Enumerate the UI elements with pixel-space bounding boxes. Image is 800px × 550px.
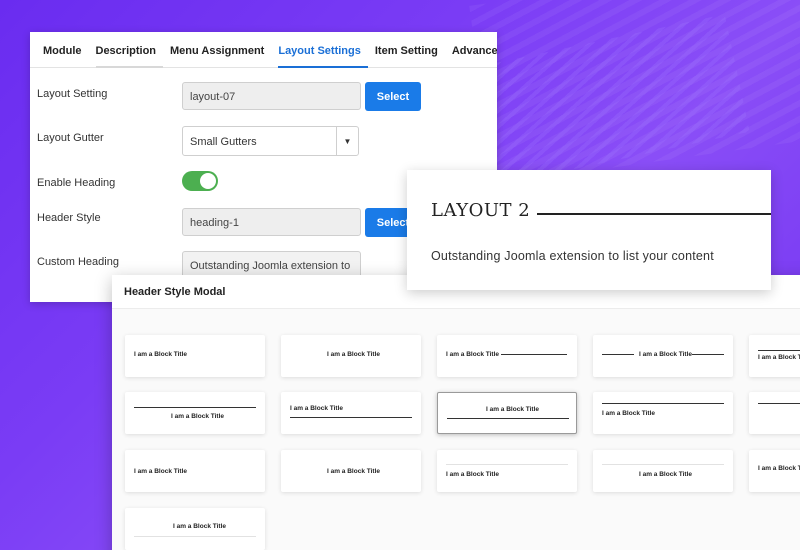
block-title: I am a Block Title <box>446 351 499 358</box>
enable-heading-label: Enable Heading <box>37 177 116 189</box>
block-title: I am a Block Title <box>758 465 800 472</box>
layout-setting-input[interactable]: layout-07 <box>182 82 361 110</box>
header-style-option-1[interactable]: I am a Block Title <box>125 335 265 377</box>
tab-menu-assignment[interactable]: Menu Assignment <box>170 32 271 68</box>
divider-line <box>692 354 724 355</box>
divider-line <box>134 536 256 537</box>
divider-line <box>602 464 724 465</box>
divider-line <box>758 350 800 351</box>
header-style-label: Header Style <box>37 212 101 224</box>
layout-select-button[interactable]: Select <box>365 82 421 111</box>
header-style-option-11[interactable]: I am a Block Title <box>125 450 265 492</box>
divider-line <box>290 417 412 418</box>
divider-line <box>447 418 569 419</box>
tab-advanced[interactable]: Advanced <box>452 32 497 68</box>
tab-description[interactable]: Description <box>95 32 164 68</box>
header-style-option-8[interactable]: I am a Block Title <box>437 392 577 434</box>
block-title: I am a Block Title <box>639 471 692 478</box>
divider-line <box>602 403 724 404</box>
enable-heading-toggle[interactable] <box>182 171 218 191</box>
header-style-option-3[interactable]: I am a Block Title <box>437 335 577 377</box>
divider-line <box>134 407 256 408</box>
header-style-option-5[interactable]: I am a Block Title <box>749 335 800 377</box>
block-title: I am a Block Title <box>602 410 655 417</box>
divider-line <box>758 403 800 404</box>
header-style-option-9[interactable]: I am a Block Title <box>593 392 733 434</box>
header-style-option-13[interactable]: I am a Block Title <box>437 450 577 492</box>
tab-module[interactable]: Module <box>43 32 89 68</box>
preview-subtitle: Outstanding Joomla extension to list you… <box>431 249 714 263</box>
header-style-modal: Header Style Modal I am a Block Title I … <box>112 275 800 550</box>
header-style-option-4[interactable]: I am a Block Title <box>593 335 733 377</box>
header-style-option-16[interactable]: I am a Block Title <box>125 508 265 550</box>
block-title: I am a Block Title <box>134 351 187 358</box>
layout-setting-label: Layout Setting <box>37 88 108 100</box>
settings-tabs: Module Description Menu Assignment Layou… <box>30 32 497 68</box>
header-style-option-14[interactable]: I am a Block Title <box>593 450 733 492</box>
layout-preview-card: LAYOUT 2 Outstanding Joomla extension to… <box>407 170 771 290</box>
heading-divider-line <box>537 213 771 215</box>
divider-line <box>501 354 567 355</box>
layout-gutter-value: Small Gutters <box>190 136 257 148</box>
tab-layout-settings[interactable]: Layout Settings <box>278 32 368 68</box>
header-style-option-7[interactable]: I am a Block Title <box>281 392 421 434</box>
divider-line <box>446 464 568 465</box>
layout-gutter-select[interactable]: Small Gutters ▼ <box>182 126 359 156</box>
block-title: I am a Block Title <box>327 468 380 475</box>
header-style-option-6[interactable]: I am a Block Title <box>125 392 265 434</box>
layout-gutter-label: Layout Gutter <box>37 132 104 144</box>
block-title: I am a Block Title <box>171 413 224 420</box>
block-title: I am a Block Title <box>290 405 343 412</box>
header-style-input[interactable]: heading-1 <box>182 208 361 236</box>
header-style-option-2[interactable]: I am a Block Title <box>281 335 421 377</box>
divider-line <box>602 354 634 355</box>
toggle-knob <box>200 173 216 189</box>
block-title: I am a Block Title <box>446 471 499 478</box>
header-style-option-12[interactable]: I am a Block Title <box>281 450 421 492</box>
block-title: I am a Block Title <box>173 523 226 530</box>
block-title: I am a Block Title <box>134 468 187 475</box>
tab-item-setting[interactable]: Item Setting <box>375 32 445 68</box>
header-style-option-15[interactable]: I am a Block Title <box>749 450 800 492</box>
header-style-option-10[interactable] <box>749 392 800 434</box>
block-title: I am a Block Title <box>486 406 539 413</box>
block-title: I am a Block Title <box>758 354 800 361</box>
block-title: I am a Block Title <box>327 351 380 358</box>
chevron-down-icon: ▼ <box>336 127 358 155</box>
block-title: I am a Block Title <box>639 351 692 358</box>
custom-heading-label: Custom Heading <box>37 256 119 268</box>
preview-heading: LAYOUT 2 <box>431 200 531 221</box>
